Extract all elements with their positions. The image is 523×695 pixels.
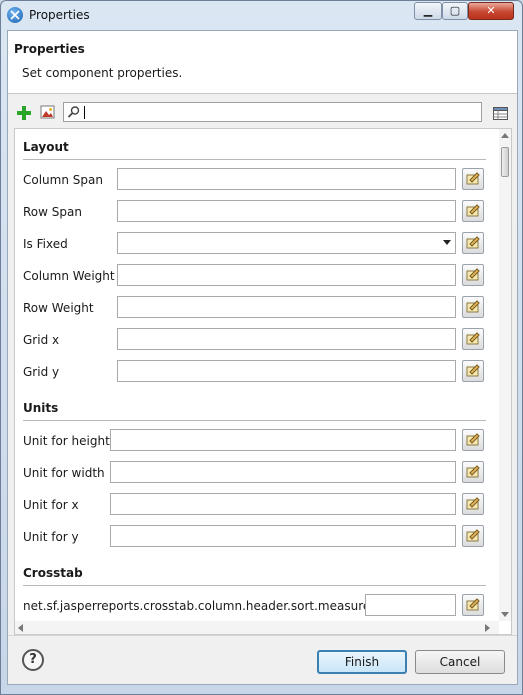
is-fixed-edit-button[interactable] <box>462 232 484 254</box>
horizontal-scrollbar[interactable] <box>15 621 499 634</box>
unit-for-width-label: Unit for width <box>23 466 105 480</box>
vertical-scrollbar[interactable] <box>499 129 511 621</box>
section-separator <box>23 420 486 421</box>
dialog-client: Properties Set component properties. Lay… <box>7 30 518 685</box>
footer-divider <box>8 635 517 636</box>
grid-x-label: Grid x <box>23 333 60 347</box>
crosstab-sort-measure-index-field[interactable] <box>365 594 456 616</box>
unit-for-y-edit-button[interactable] <box>462 525 484 547</box>
window-title: Properties <box>29 8 90 22</box>
scroll-down-icon[interactable] <box>501 612 509 617</box>
crosstab-sort-measure-index-edit-button[interactable] <box>462 594 484 616</box>
vertical-scroll-thumb[interactable] <box>501 147 509 177</box>
dialog-header: Properties Set component properties. <box>8 31 517 94</box>
column-span-label: Column Span <box>23 173 103 187</box>
unit-for-y-field[interactable] <box>110 525 456 547</box>
header-title: Properties <box>14 42 85 56</box>
unit-for-width-edit-button[interactable] <box>462 461 484 483</box>
finish-button[interactable]: Finish <box>317 650 407 674</box>
title-bar[interactable]: Properties ▁ ▢ ✕ <box>1 1 522 29</box>
scroll-left-icon[interactable] <box>18 624 23 632</box>
close-icon: ✕ <box>486 4 496 17</box>
grid-y-edit-button[interactable] <box>462 360 484 382</box>
row-span-label: Row Span <box>23 205 82 219</box>
scroll-right-icon[interactable] <box>485 624 490 632</box>
table-layout-icon[interactable] <box>493 107 508 120</box>
grid-x-edit-button[interactable] <box>462 328 484 350</box>
row-weight-label: Row Weight <box>23 301 94 315</box>
section-separator <box>23 159 486 160</box>
grid-y-label: Grid y <box>23 365 60 379</box>
minimize-icon: ▁ <box>423 4 433 17</box>
chevron-down-icon <box>443 240 451 245</box>
column-span-field[interactable] <box>117 168 456 190</box>
column-weight-field[interactable] <box>117 264 456 286</box>
column-weight-label: Column Weight <box>23 269 115 283</box>
row-weight-field[interactable] <box>117 296 456 318</box>
column-weight-edit-button[interactable] <box>462 264 484 286</box>
maximize-icon: ▢ <box>449 4 461 17</box>
row-span-field[interactable] <box>117 200 456 222</box>
help-icon[interactable]: ? <box>22 649 44 671</box>
header-description: Set component properties. <box>22 66 183 80</box>
section-separator <box>23 585 486 586</box>
unit-for-height-label: Unit for height <box>23 434 110 448</box>
plus-icon[interactable] <box>16 105 32 121</box>
scroll-up-icon[interactable] <box>501 133 509 138</box>
grid-x-field[interactable] <box>117 328 456 350</box>
properties-dialog: Properties ▁ ▢ ✕ Properties Set componen… <box>0 0 523 695</box>
column-span-edit-button[interactable] <box>462 168 484 190</box>
cancel-button[interactable]: Cancel <box>415 650 505 674</box>
properties-panel[interactable]: Layout Column Span Row Span Is Fixed Col… <box>14 128 512 635</box>
unit-for-height-field[interactable] <box>110 429 456 451</box>
unit-for-height-edit-button[interactable] <box>462 429 484 451</box>
section-units-title: Units <box>23 401 59 415</box>
grid-y-field[interactable] <box>117 360 456 382</box>
crosstab-sort-measure-index-label: net.sf.jasperreports.crosstab.column.hea… <box>23 599 407 613</box>
image-icon[interactable] <box>40 104 56 120</box>
close-button[interactable]: ✕ <box>468 2 514 20</box>
maximize-button[interactable]: ▢ <box>442 2 468 20</box>
row-weight-edit-button[interactable] <box>462 296 484 318</box>
unit-for-y-label: Unit for y <box>23 530 79 544</box>
search-input[interactable] <box>63 102 482 122</box>
unit-for-width-field[interactable] <box>110 461 456 483</box>
search-icon <box>67 105 81 119</box>
unit-for-x-edit-button[interactable] <box>462 493 484 515</box>
section-crosstab-title: Crosstab <box>23 566 83 580</box>
is-fixed-label: Is Fixed <box>23 237 68 251</box>
row-span-edit-button[interactable] <box>462 200 484 222</box>
app-icon <box>7 7 23 23</box>
properties-toolbar <box>8 94 517 128</box>
section-layout-title: Layout <box>23 140 69 154</box>
text-cursor <box>84 106 85 119</box>
is-fixed-select[interactable] <box>117 232 456 254</box>
unit-for-x-field[interactable] <box>110 493 456 515</box>
unit-for-x-label: Unit for x <box>23 498 79 512</box>
minimize-button[interactable]: ▁ <box>414 2 442 20</box>
